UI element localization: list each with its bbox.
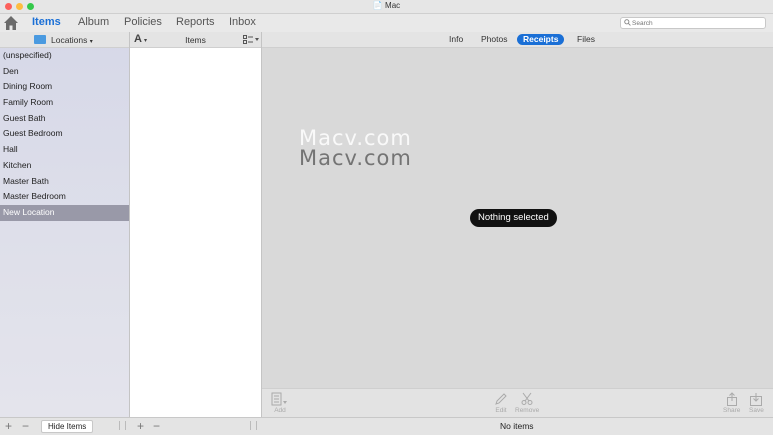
search-icon <box>624 19 631 26</box>
edit-button[interactable]: Edit <box>494 392 508 414</box>
scissors-icon <box>521 392 533 405</box>
detail-tabs: Info Photos Receipts Files <box>262 32 773 48</box>
tab-receipts[interactable]: Receipts <box>517 34 565 45</box>
document-icon: 📄 <box>372 1 383 10</box>
document-add-icon <box>271 392 287 406</box>
sidebar-item-unspecified[interactable]: (unspecified) <box>0 48 129 64</box>
edit-label: Edit <box>495 407 507 414</box>
sidebar-item-hall[interactable]: Hall <box>0 142 129 158</box>
save-icon <box>750 393 763 406</box>
locations-label: Locations <box>51 35 88 45</box>
sidebar-item-dining-room[interactable]: Dining Room <box>0 79 129 95</box>
sidebar-item-guest-bath[interactable]: Guest Bath <box>0 111 129 127</box>
save-label: Save <box>749 407 764 414</box>
search-field[interactable] <box>620 17 766 29</box>
tab-reports[interactable]: Reports <box>176 16 215 28</box>
resize-handle[interactable] <box>250 421 257 430</box>
empty-state-message: Nothing selected <box>470 209 557 227</box>
sidebar-item-kitchen[interactable]: Kitchen <box>0 158 129 174</box>
list-view-icon[interactable] <box>243 35 259 44</box>
detail-bottom-toolbar: Add Edit Remove Share Save <box>262 388 773 417</box>
window-title: 📄 Mac <box>372 1 401 10</box>
save-button[interactable]: Save <box>749 392 764 414</box>
home-icon[interactable] <box>3 15 19 31</box>
items-list-pane: A ▾ Items <box>130 32 262 417</box>
share-icon <box>726 392 737 406</box>
locations-sidebar: Locations ▾ (unspecified) Den Dining Roo… <box>0 32 130 417</box>
tab-files[interactable]: Files <box>571 34 601 45</box>
detail-pane: Info Photos Receipts Files Macv.com Macv… <box>262 32 773 417</box>
remove-location-button[interactable]: − <box>22 419 29 433</box>
tab-info[interactable]: Info <box>443 34 469 45</box>
resize-handle[interactable] <box>119 421 126 430</box>
remove-item-button[interactable]: − <box>153 419 160 433</box>
sidebar-item-guest-bedroom[interactable]: Guest Bedroom <box>0 126 129 142</box>
watermark-text-shadow: Macv.com <box>299 146 412 170</box>
pencil-icon <box>495 393 507 405</box>
add-button[interactable]: Add <box>270 392 290 414</box>
search-input[interactable] <box>632 18 760 28</box>
remove-label: Remove <box>515 407 540 414</box>
tab-inbox[interactable]: Inbox <box>229 16 256 28</box>
items-header-label: Items <box>185 35 206 45</box>
chevron-down-icon: ▾ <box>89 39 93 45</box>
remove-button[interactable]: Remove <box>515 392 539 414</box>
sidebar-item-den[interactable]: Den <box>0 64 129 80</box>
hide-items-button[interactable]: Hide Items <box>41 420 94 433</box>
status-bar: + − Hide Items + − No items <box>0 417 773 435</box>
sidebar-item-master-bedroom[interactable]: Master Bedroom <box>0 189 129 205</box>
folder-icon <box>34 35 46 44</box>
share-button[interactable]: Share <box>723 392 740 414</box>
share-label: Share <box>723 407 741 414</box>
sidebar-item-master-bath[interactable]: Master Bath <box>0 174 129 190</box>
tab-policies[interactable]: Policies <box>124 16 162 28</box>
add-item-button[interactable]: + <box>137 419 144 433</box>
sidebar-item-family-room[interactable]: Family Room <box>0 95 129 111</box>
tab-items[interactable]: Items <box>32 16 61 28</box>
main-toolbar: Items Album Policies Reports Inbox <box>0 14 773 33</box>
add-label: Add <box>274 407 286 414</box>
tab-album[interactable]: Album <box>78 16 109 28</box>
title-bar: 📄 Mac <box>0 0 773 14</box>
items-header: A ▾ Items <box>130 32 261 48</box>
sidebar-item-new-location[interactable]: New Location <box>0 204 129 221</box>
locations-header[interactable]: Locations ▾ <box>0 32 129 48</box>
tab-photos[interactable]: Photos <box>475 34 513 45</box>
status-text: No items <box>500 421 534 431</box>
add-location-button[interactable]: + <box>5 419 12 433</box>
